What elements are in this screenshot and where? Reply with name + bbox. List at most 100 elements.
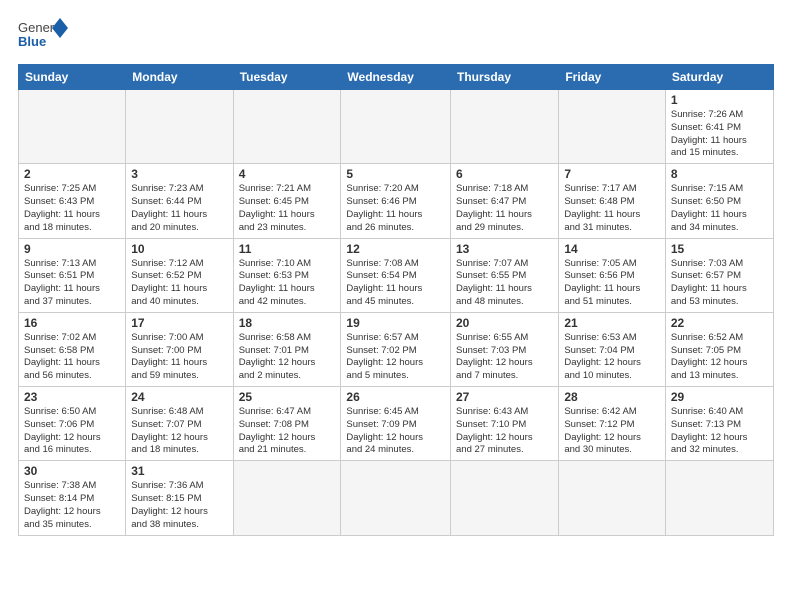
day-info: Sunrise: 6:43 AMSunset: 7:10 PMDaylight:… — [456, 406, 553, 457]
day-info: Sunrise: 7:23 AMSunset: 6:44 PMDaylight:… — [131, 183, 227, 234]
calendar-week-1: 1 Sunrise: 7:26 AMSunset: 6:41 PMDaylight… — [19, 90, 774, 164]
calendar-cell — [665, 461, 773, 535]
day-info: Sunrise: 6:50 AMSunset: 7:06 PMDaylight:… — [24, 406, 120, 457]
day-info: Sunrise: 6:53 AMSunset: 7:04 PMDaylight:… — [564, 332, 660, 383]
calendar-cell: 8 Sunrise: 7:15 AMSunset: 6:50 PMDaylight… — [665, 164, 773, 238]
weekday-header-monday: Monday — [126, 65, 233, 90]
day-info: Sunrise: 7:02 AMSunset: 6:58 PMDaylight:… — [24, 332, 120, 383]
calendar-cell: 2 Sunrise: 7:25 AMSunset: 6:43 PMDaylight… — [19, 164, 126, 238]
calendar-cell — [341, 461, 451, 535]
calendar-cell: 16 Sunrise: 7:02 AMSunset: 6:58 PMDayligh… — [19, 312, 126, 386]
day-number: 26 — [346, 390, 445, 404]
calendar-cell: 3Sunrise: 7:23 AMSunset: 6:44 PMDaylight… — [126, 164, 233, 238]
calendar-cell: 23 Sunrise: 6:50 AMSunset: 7:06 PMDayligh… — [19, 387, 126, 461]
calendar-cell: 28 Sunrise: 6:42 AMSunset: 7:12 PMDayligh… — [559, 387, 666, 461]
day-info: Sunrise: 7:15 AMSunset: 6:50 PMDaylight:… — [671, 183, 768, 234]
calendar-week-5: 23 Sunrise: 6:50 AMSunset: 7:06 PMDayligh… — [19, 387, 774, 461]
day-number: 28 — [564, 390, 660, 404]
calendar-week-6: 30Sunrise: 7:38 AMSunset: 8:14 PMDayligh… — [19, 461, 774, 535]
day-number: 12 — [346, 242, 445, 256]
day-number: 31 — [131, 464, 227, 478]
day-info: Sunrise: 6:42 AMSunset: 7:12 PMDaylight:… — [564, 406, 660, 457]
calendar-cell: 17Sunrise: 7:00 AMSunset: 7:00 PMDayligh… — [126, 312, 233, 386]
day-number: 6 — [456, 167, 553, 181]
logo: General Blue — [18, 16, 68, 54]
calendar-cell: 12 Sunrise: 7:08 AMSunset: 6:54 PMDayligh… — [341, 238, 451, 312]
calendar-cell: 21 Sunrise: 6:53 AMSunset: 7:04 PMDayligh… — [559, 312, 666, 386]
day-number: 1 — [671, 93, 768, 107]
day-info: Sunrise: 6:40 AMSunset: 7:13 PMDaylight:… — [671, 406, 768, 457]
day-number: 5 — [346, 167, 445, 181]
calendar-week-4: 16 Sunrise: 7:02 AMSunset: 6:58 PMDayligh… — [19, 312, 774, 386]
day-number: 14 — [564, 242, 660, 256]
calendar-cell: 31Sunrise: 7:36 AMSunset: 8:15 PMDayligh… — [126, 461, 233, 535]
calendar-cell: 4 Sunrise: 7:21 AMSunset: 6:45 PMDaylight… — [233, 164, 341, 238]
day-number: 15 — [671, 242, 768, 256]
day-info: Sunrise: 7:38 AMSunset: 8:14 PMDaylight:… — [24, 480, 120, 531]
calendar-cell: 29 Sunrise: 6:40 AMSunset: 7:13 PMDayligh… — [665, 387, 773, 461]
day-info: Sunrise: 7:18 AMSunset: 6:47 PMDaylight:… — [456, 183, 553, 234]
calendar-cell — [126, 90, 233, 164]
day-info: Sunrise: 6:47 AMSunset: 7:08 PMDaylight:… — [239, 406, 336, 457]
day-number: 2 — [24, 167, 120, 181]
calendar-cell: 25Sunrise: 6:47 AMSunset: 7:08 PMDayligh… — [233, 387, 341, 461]
calendar-cell: 13Sunrise: 7:07 AMSunset: 6:55 PMDayligh… — [451, 238, 559, 312]
calendar-cell: 30Sunrise: 7:38 AMSunset: 8:14 PMDayligh… — [19, 461, 126, 535]
calendar-cell: 20 Sunrise: 6:55 AMSunset: 7:03 PMDayligh… — [451, 312, 559, 386]
weekday-header-row: SundayMondayTuesdayWednesdayThursdayFrid… — [19, 65, 774, 90]
day-info: Sunrise: 7:25 AMSunset: 6:43 PMDaylight:… — [24, 183, 120, 234]
weekday-header-saturday: Saturday — [665, 65, 773, 90]
day-info: Sunrise: 7:08 AMSunset: 6:54 PMDaylight:… — [346, 258, 445, 309]
day-info: Sunrise: 6:55 AMSunset: 7:03 PMDaylight:… — [456, 332, 553, 383]
calendar-cell — [19, 90, 126, 164]
calendar-cell — [559, 461, 666, 535]
calendar-cell: 27Sunrise: 6:43 AMSunset: 7:10 PMDayligh… — [451, 387, 559, 461]
calendar-cell: 7 Sunrise: 7:17 AMSunset: 6:48 PMDaylight… — [559, 164, 666, 238]
day-number: 20 — [456, 316, 553, 330]
day-info: Sunrise: 7:10 AMSunset: 6:53 PMDaylight:… — [239, 258, 336, 309]
day-number: 19 — [346, 316, 445, 330]
generalblue-logo-svg: General Blue — [18, 16, 68, 54]
day-info: Sunrise: 7:17 AMSunset: 6:48 PMDaylight:… — [564, 183, 660, 234]
day-number: 24 — [131, 390, 227, 404]
day-number: 23 — [24, 390, 120, 404]
calendar-cell — [233, 90, 341, 164]
calendar-table: SundayMondayTuesdayWednesdayThursdayFrid… — [18, 64, 774, 536]
day-number: 16 — [24, 316, 120, 330]
day-number: 21 — [564, 316, 660, 330]
day-number: 22 — [671, 316, 768, 330]
day-info: Sunrise: 6:52 AMSunset: 7:05 PMDaylight:… — [671, 332, 768, 383]
day-number: 9 — [24, 242, 120, 256]
day-info: Sunrise: 7:07 AMSunset: 6:55 PMDaylight:… — [456, 258, 553, 309]
calendar-cell: 24 Sunrise: 6:48 AMSunset: 7:07 PMDayligh… — [126, 387, 233, 461]
day-info: Sunrise: 7:21 AMSunset: 6:45 PMDaylight:… — [239, 183, 336, 234]
calendar-cell: 22 Sunrise: 6:52 AMSunset: 7:05 PMDayligh… — [665, 312, 773, 386]
calendar-cell — [559, 90, 666, 164]
day-info: Sunrise: 6:48 AMSunset: 7:07 PMDaylight:… — [131, 406, 227, 457]
calendar-cell: 15 Sunrise: 7:03 AMSunset: 6:57 PMDayligh… — [665, 238, 773, 312]
weekday-header-sunday: Sunday — [19, 65, 126, 90]
svg-text:Blue: Blue — [18, 34, 46, 49]
calendar-cell: 26 Sunrise: 6:45 AMSunset: 7:09 PMDayligh… — [341, 387, 451, 461]
calendar-cell: 18Sunrise: 6:58 AMSunset: 7:01 PMDayligh… — [233, 312, 341, 386]
day-number: 11 — [239, 242, 336, 256]
day-info: Sunrise: 7:12 AMSunset: 6:52 PMDaylight:… — [131, 258, 227, 309]
day-number: 29 — [671, 390, 768, 404]
day-info: Sunrise: 6:45 AMSunset: 7:09 PMDaylight:… — [346, 406, 445, 457]
weekday-header-thursday: Thursday — [451, 65, 559, 90]
calendar-cell: 14 Sunrise: 7:05 AMSunset: 6:56 PMDayligh… — [559, 238, 666, 312]
calendar-week-2: 2 Sunrise: 7:25 AMSunset: 6:43 PMDaylight… — [19, 164, 774, 238]
calendar-cell — [233, 461, 341, 535]
calendar-cell: 10Sunrise: 7:12 AMSunset: 6:52 PMDayligh… — [126, 238, 233, 312]
day-info: Sunrise: 7:00 AMSunset: 7:00 PMDaylight:… — [131, 332, 227, 383]
day-number: 7 — [564, 167, 660, 181]
day-info: Sunrise: 7:03 AMSunset: 6:57 PMDaylight:… — [671, 258, 768, 309]
calendar-cell — [451, 90, 559, 164]
day-info: Sunrise: 7:05 AMSunset: 6:56 PMDaylight:… — [564, 258, 660, 309]
day-info: Sunrise: 7:26 AMSunset: 6:41 PMDaylight:… — [671, 109, 768, 160]
header: General Blue — [18, 16, 774, 54]
day-info: Sunrise: 6:58 AMSunset: 7:01 PMDaylight:… — [239, 332, 336, 383]
day-number: 8 — [671, 167, 768, 181]
weekday-header-friday: Friday — [559, 65, 666, 90]
day-number: 4 — [239, 167, 336, 181]
